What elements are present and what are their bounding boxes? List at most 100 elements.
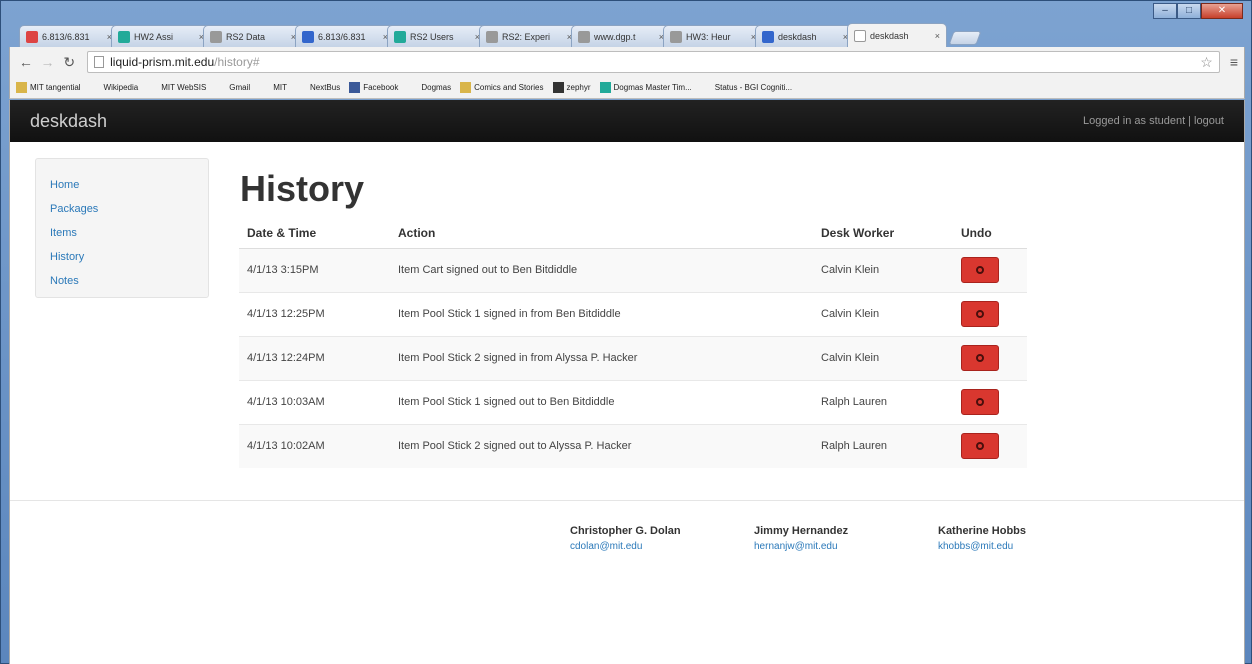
bus-icon: [296, 82, 307, 93]
undo-button[interactable]: [961, 433, 999, 460]
column-header-desk-worker: Desk Worker: [813, 218, 953, 249]
tab-favicon-icon: [210, 30, 222, 43]
browser-tab[interactable]: RS2: Experi ×: [479, 25, 579, 47]
undo-icon: [976, 266, 984, 274]
forward-icon[interactable]: →: [38, 52, 58, 72]
cell-undo: [953, 335, 1027, 380]
tab-title: RS2: Experi: [502, 31, 551, 42]
bookmark-label: NextBus: [309, 83, 341, 92]
minimize-button[interactable]: –: [1153, 3, 1177, 19]
bookmark-item[interactable]: Status - BGI Cogniti...: [701, 82, 792, 93]
login-status: Logged in as student | logout: [1083, 115, 1224, 127]
sidebar-nav: Home Packages Items History Notes: [35, 158, 209, 298]
undo-button[interactable]: [961, 301, 999, 327]
bookmark-item[interactable]: Facebook: [349, 82, 398, 93]
cell-date: 4/1/13 12:24PM: [239, 335, 390, 380]
page-title: History: [240, 168, 365, 209]
undo-button[interactable]: [961, 389, 999, 415]
tab-title: RS2 Users: [410, 31, 454, 42]
reload-icon[interactable]: ↻: [59, 52, 79, 72]
cell-action: Item Cart signed out to Ben Bitdiddle: [390, 247, 813, 292]
bookmark-label: Wikipedia: [103, 83, 139, 92]
author-name: Christopher G. Dolan: [570, 525, 681, 537]
tab-favicon-icon: [762, 30, 774, 43]
tab-title: HW2 Assi: [134, 31, 174, 42]
undo-icon: [976, 398, 984, 406]
bookmark-item[interactable]: MIT tangential: [16, 82, 81, 93]
tab-close-icon[interactable]: ×: [935, 31, 940, 41]
browser-tab[interactable]: 6.813/6.831 ×: [19, 25, 119, 47]
column-header-date: Date & Time: [239, 218, 390, 249]
sidebar-item-notes[interactable]: Notes: [50, 269, 194, 293]
table-row: 4/1/13 12:24PM Item Pool Stick 2 signed i…: [239, 335, 1027, 380]
sidebar-item-packages[interactable]: Packages: [50, 197, 194, 221]
cell-desk-worker: Ralph Lauren: [813, 423, 953, 468]
bookmark-item[interactable]: zephyr: [552, 82, 591, 93]
browser-tab[interactable]: RS2 Data ×: [203, 25, 303, 47]
cell-undo: [953, 379, 1027, 424]
browser-tab[interactable]: deskdash ×: [755, 25, 855, 47]
bookmark-item[interactable]: Comics and Stories: [460, 82, 544, 93]
facebook-icon: [349, 82, 361, 93]
browser-tab[interactable]: 6.813/6.831 ×: [295, 25, 395, 47]
bookmark-label: Facebook: [363, 83, 399, 92]
bookmark-label: MIT: [273, 83, 287, 92]
zephyr-icon: [552, 82, 564, 93]
maximize-button[interactable]: □: [1177, 3, 1201, 19]
bookmark-item[interactable]: Gmail: [215, 82, 250, 93]
table-row: 4/1/13 12:25PM Item Pool Stick 1 signed i…: [239, 291, 1027, 336]
wikipedia-icon: [90, 82, 101, 93]
tab-favicon-icon: [394, 30, 406, 43]
bookmark-label: Dogmas Master Tim...: [613, 83, 692, 92]
tab-favicon-icon: [578, 30, 590, 43]
tab-favicon-icon: [486, 30, 498, 43]
menu-icon[interactable]: ≡: [1230, 54, 1238, 70]
tab-title: 6.813/6.831: [318, 31, 366, 42]
table-header-row: Date & Time Action Desk Worker Undo: [239, 218, 1027, 249]
sheet-icon: [599, 82, 611, 93]
cell-undo: [953, 423, 1027, 468]
browser-tab[interactable]: RS2 Users ×: [387, 25, 487, 47]
author-email-link[interactable]: hernanjw@mit.edu: [754, 541, 848, 552]
logout-link[interactable]: logout: [1194, 115, 1224, 127]
browser-tab[interactable]: HW3: Heur ×: [663, 25, 763, 47]
undo-button[interactable]: [961, 345, 999, 371]
bookmark-label: Status - BGI Cogniti...: [714, 83, 793, 92]
sidebar-item-home[interactable]: Home: [50, 173, 194, 197]
brand-logo[interactable]: deskdash: [30, 111, 107, 132]
cell-desk-worker: Calvin Klein: [813, 247, 953, 292]
login-separator: |: [1188, 115, 1192, 127]
close-window-button[interactable]: ✕: [1201, 3, 1243, 19]
bookmark-star-icon[interactable]: ☆: [1200, 54, 1213, 71]
tab-strip: 6.813/6.831 × HW2 Assi × RS2 Data × 6.813/6.83…: [19, 21, 982, 47]
history-table: Date & Time Action Desk Worker Undo 4/1/…: [239, 218, 1027, 468]
author-email-link[interactable]: khobbs@mit.edu: [938, 541, 1026, 552]
back-icon[interactable]: ←: [16, 52, 36, 72]
bookmark-item[interactable]: Dogmas: [407, 82, 451, 93]
undo-button[interactable]: [961, 257, 999, 283]
window-controls: – □ ✕: [1153, 3, 1243, 19]
browser-window: – □ ✕ 6.813/6.831 × HW2 Assi × RS2 Data × 6.81…: [0, 0, 1252, 664]
mit-icon: [259, 82, 270, 93]
browser-tab[interactable]: www.dgp.t ×: [571, 25, 671, 47]
sidebar-item-items[interactable]: Items: [50, 221, 194, 245]
bookmark-item[interactable]: MIT WebSIS: [147, 82, 206, 93]
tab-title: deskdash: [870, 30, 909, 41]
bookmark-item[interactable]: MIT: [259, 82, 287, 93]
new-tab-button[interactable]: [948, 31, 982, 45]
bookmark-item[interactable]: Dogmas Master Tim...: [599, 82, 692, 93]
table-row: 4/1/13 3:15PM Item Cart signed out to Ben…: [239, 247, 1027, 292]
address-bar[interactable]: liquid-prism.mit.edu/history# ☆: [87, 51, 1220, 73]
status-icon: [701, 82, 712, 93]
table-row: 4/1/13 10:03AM Item Pool Stick 1 signed o…: [239, 379, 1027, 424]
bookmark-item[interactable]: NextBus: [296, 82, 340, 93]
sidebar-item-history[interactable]: History: [50, 245, 194, 269]
bookmark-item[interactable]: Wikipedia: [90, 82, 139, 93]
browser-tab[interactable]: deskdash ×: [847, 23, 947, 47]
author-email-link[interactable]: cdolan@mit.edu: [570, 541, 681, 552]
tab-title: HW3: Heur: [686, 31, 731, 42]
browser-tab[interactable]: HW2 Assi ×: [111, 25, 211, 47]
cell-action: Item Pool Stick 1 signed out to Ben Bitd…: [390, 379, 813, 424]
tab-favicon-icon: [670, 30, 682, 43]
bookmark-label: zephyr: [566, 83, 591, 92]
